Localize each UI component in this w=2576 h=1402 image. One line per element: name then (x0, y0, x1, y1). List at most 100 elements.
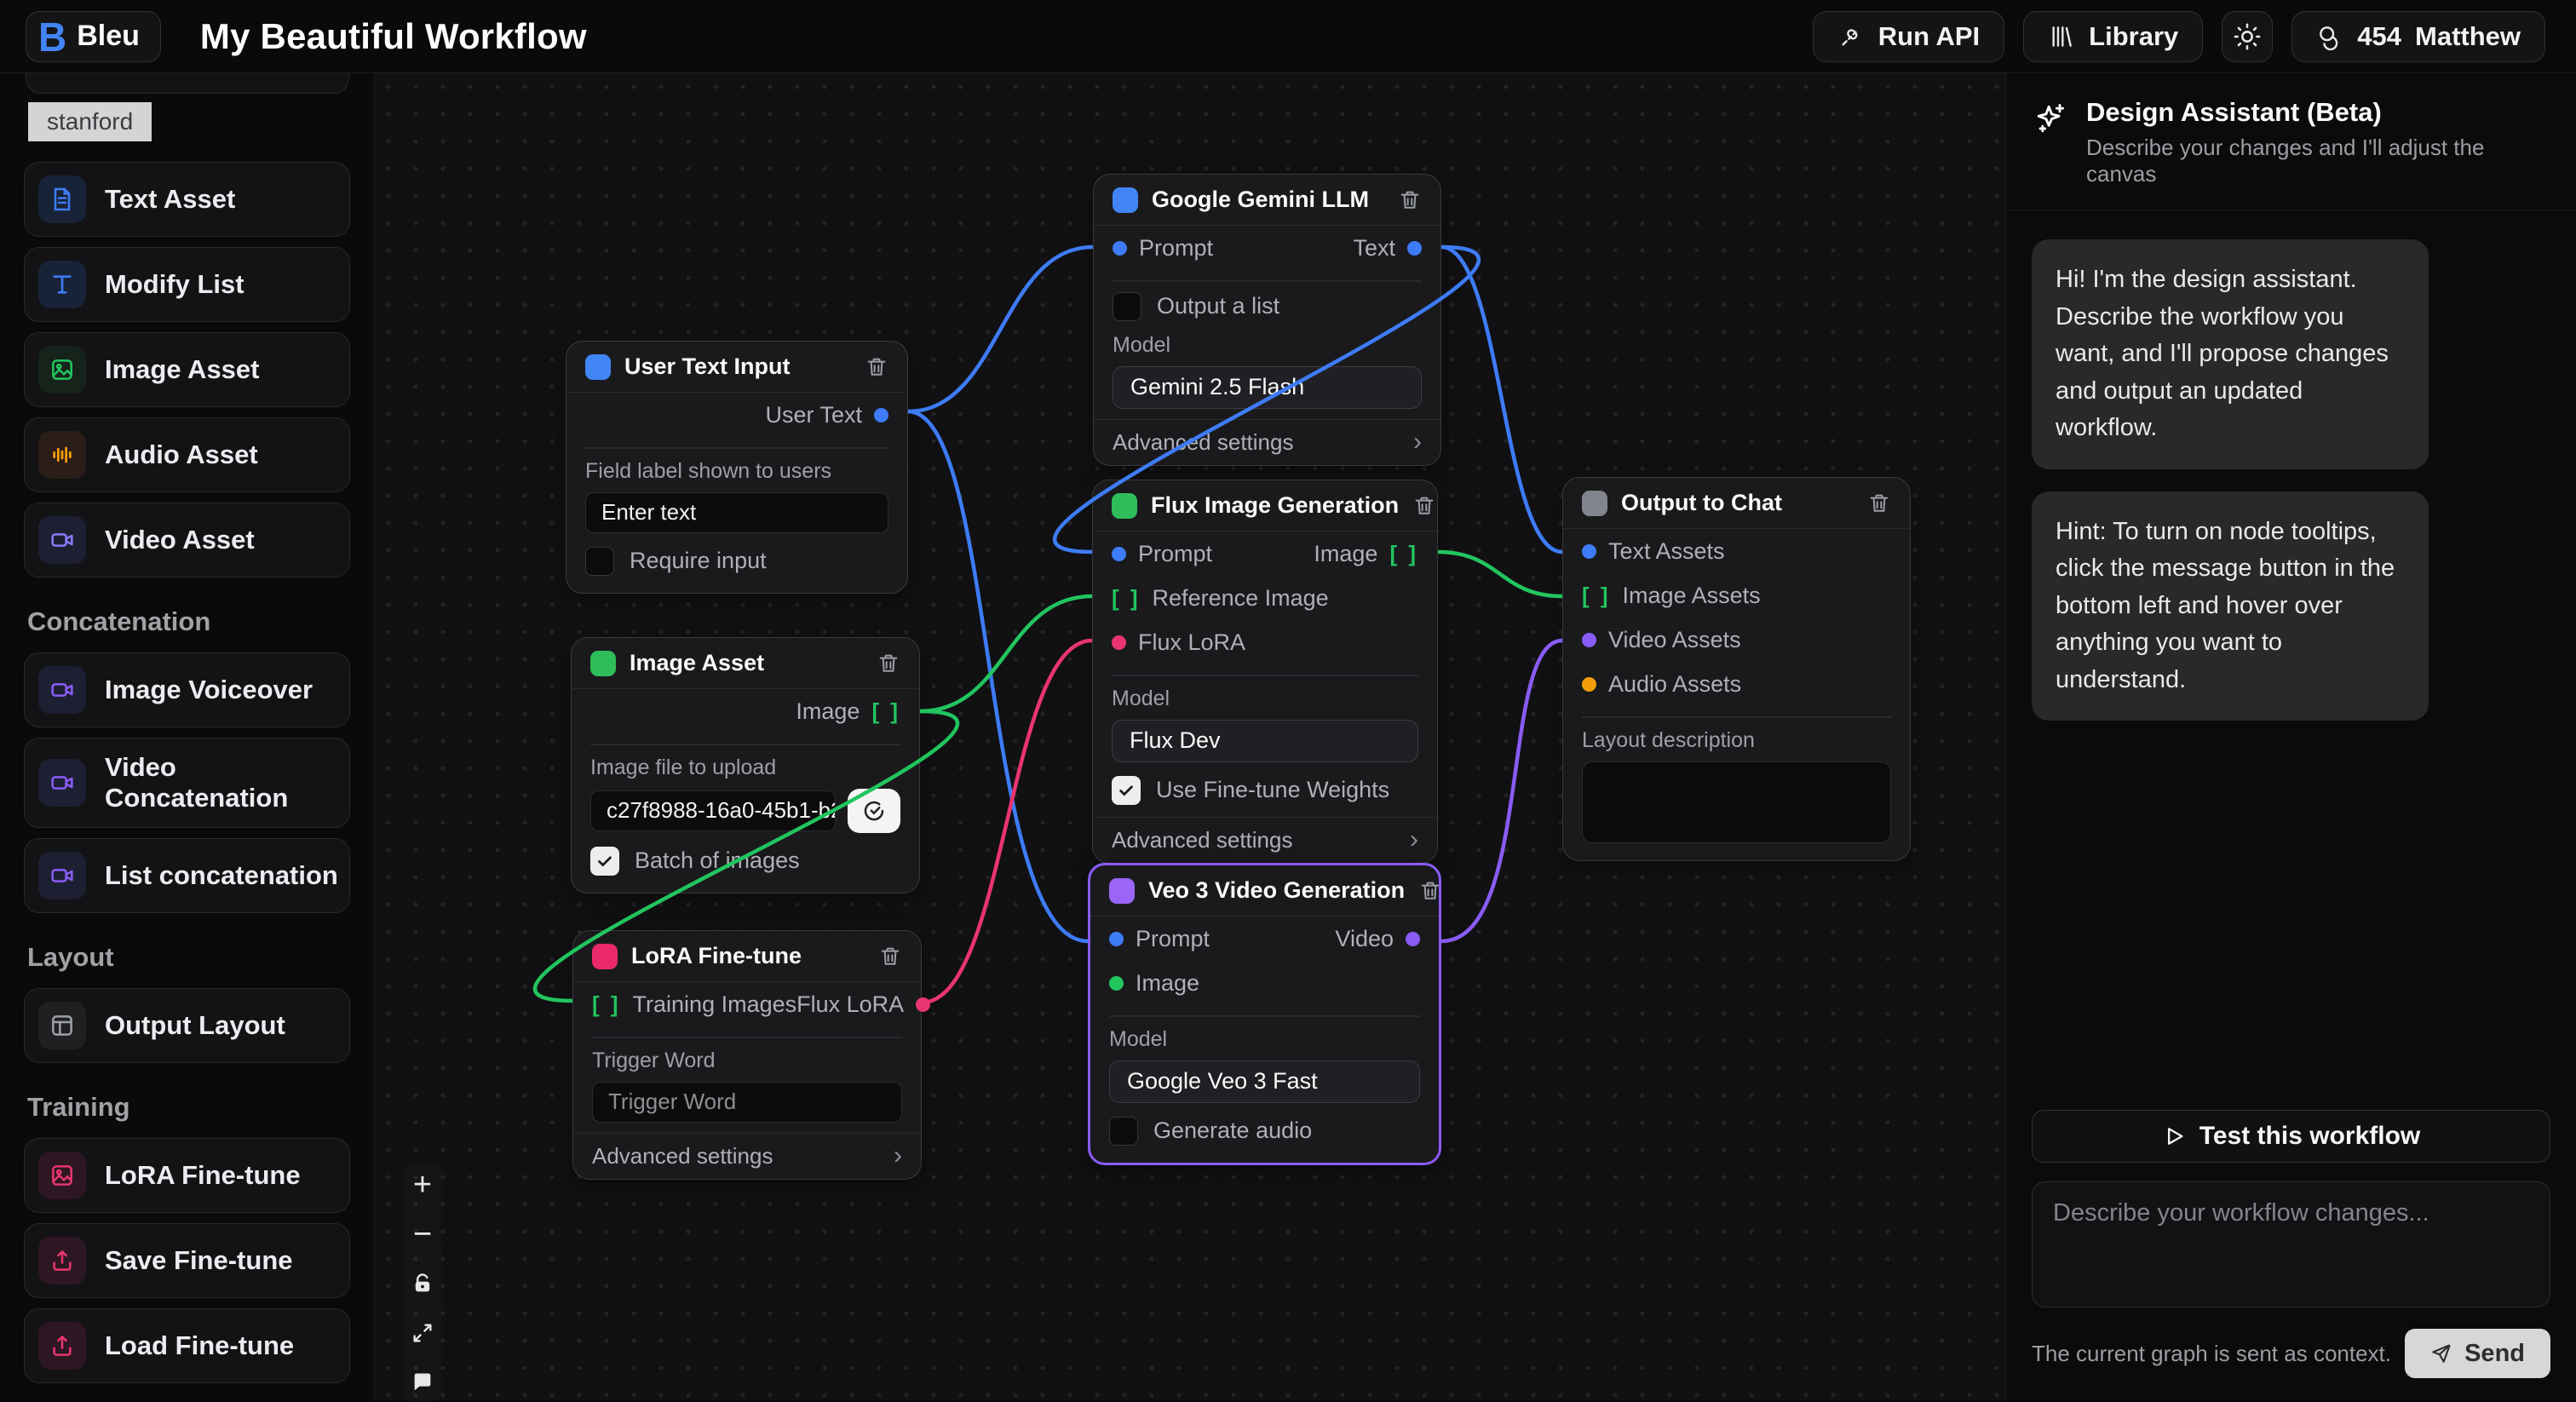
audio-waveform-icon (38, 431, 86, 479)
layout-icon (38, 1002, 86, 1049)
sidebar-item-image-asset[interactable]: Image Asset (24, 332, 350, 407)
sidebar-item-video-concatenation[interactable]: Video Concatenation (24, 738, 350, 828)
context-note: The current graph is sent as context. (2032, 1341, 2391, 1367)
model-select[interactable]: Google Veo 3 Fast (1109, 1060, 1420, 1103)
input-port-image[interactable] (1109, 976, 1124, 991)
fit-view-button[interactable] (408, 1319, 437, 1347)
api-plug-icon (1837, 23, 1865, 50)
node-palette-sidebar: stanford Assets Text Asset Modify List I… (0, 73, 375, 1400)
input-port-prompt[interactable] (1113, 241, 1127, 256)
send-plane-icon (2430, 1342, 2452, 1365)
top-bar: B Bleu My Beautiful Workflow Run API Lib… (0, 0, 2576, 73)
credits-user-button[interactable]: 454 Matthew (2291, 11, 2545, 62)
test-workflow-button[interactable]: Test this workflow (2032, 1110, 2550, 1163)
model-select[interactable]: Gemini 2.5 Flash (1113, 366, 1422, 409)
node-output-to-chat[interactable]: Output to Chat Text Assets [ ]Image Asse… (1562, 477, 1911, 861)
image-icon (38, 346, 86, 394)
input-port-audio-assets[interactable] (1582, 677, 1596, 692)
output-port-user-text[interactable] (874, 408, 888, 422)
sidebar-item-lora-fine-tune[interactable]: LoRA Fine-tune (24, 1138, 350, 1213)
sidebar-item-modify-list[interactable]: Modify List (24, 247, 350, 322)
node-type-icon (1109, 878, 1135, 904)
comments-toggle-button[interactable] (408, 1368, 437, 1397)
library-icon (2048, 23, 2075, 50)
zoom-in-button[interactable]: + (408, 1170, 437, 1199)
input-port-video-assets[interactable] (1582, 633, 1596, 647)
generate-audio-checkbox[interactable] (1109, 1117, 1138, 1146)
delete-node-icon[interactable] (878, 945, 902, 968)
sidebar-item-load-fine-tune[interactable]: Load Fine-tune (24, 1308, 350, 1383)
node-user-text-input[interactable]: User Text Input User Text Field label sh… (566, 341, 908, 594)
input-port-prompt[interactable] (1112, 547, 1126, 561)
input-port-reference-image[interactable]: [ ] (1112, 585, 1141, 612)
node-veo-3-video-generation[interactable]: Veo 3 Video Generation Prompt Video Imag… (1088, 863, 1441, 1165)
output-port-image-list[interactable]: [ ] (871, 698, 900, 725)
video-camera-icon (38, 666, 86, 714)
output-a-list-checkbox[interactable] (1113, 292, 1141, 321)
advanced-settings-toggle[interactable]: Advanced settings › (1093, 817, 1437, 863)
home-logo-button[interactable]: B Bleu (26, 11, 161, 62)
output-port-image-list[interactable]: [ ] (1389, 541, 1418, 567)
workflow-title[interactable]: My Beautiful Workflow (200, 16, 587, 57)
sparkles-icon (2032, 101, 2069, 187)
sidebar-item-audio-asset[interactable]: Audio Asset (24, 417, 350, 492)
sun-icon (2233, 22, 2262, 51)
use-fine-tune-weights-checkbox[interactable] (1112, 776, 1141, 805)
assistant-composer-input[interactable] (2032, 1181, 2550, 1307)
advanced-settings-toggle[interactable]: Advanced settings › (573, 1133, 921, 1179)
node-google-gemini-llm[interactable]: Google Gemini LLM Prompt Text Output a l… (1093, 174, 1441, 466)
confirm-file-button[interactable] (848, 789, 900, 833)
input-port-text-assets[interactable] (1582, 544, 1596, 559)
trigger-word-input[interactable]: Trigger Word (592, 1082, 902, 1123)
input-port-training-images[interactable]: [ ] (592, 991, 621, 1018)
batch-of-images-checkbox[interactable] (590, 847, 619, 876)
require-input-checkbox[interactable] (585, 547, 614, 576)
assistant-subtitle: Describe your changes and I'll adjust th… (2086, 135, 2550, 187)
section-heading-concatenation: Concatenation (27, 606, 347, 637)
workflow-canvas[interactable]: User Text Input User Text Field label sh… (375, 73, 2005, 1400)
lock-toggle-button[interactable] (408, 1269, 437, 1298)
delete-node-icon[interactable] (1867, 491, 1891, 515)
canvas-toolbar: + − (404, 1165, 441, 1402)
output-port-flux-lora[interactable] (916, 997, 930, 1012)
node-image-asset[interactable]: Image Asset Image[ ] Image file to uploa… (571, 637, 920, 893)
bleu-logo-icon: B (38, 15, 66, 56)
credits-count: 454 (2357, 21, 2401, 52)
node-flux-image-generation[interactable]: Flux Image Generation Prompt Image[ ] [ … (1092, 480, 1438, 864)
output-port-video[interactable] (1406, 932, 1420, 946)
sidebar-item-list-concatenation[interactable]: List concatenation (24, 838, 350, 913)
sidebar-item-save-fine-tune[interactable]: Save Fine-tune (24, 1223, 350, 1298)
run-api-button[interactable]: Run API (1813, 11, 2004, 62)
design-assistant-panel: Design Assistant (Beta) Describe your ch… (2005, 73, 2576, 1400)
theme-toggle-button[interactable] (2222, 11, 2273, 62)
delete-node-icon[interactable] (1418, 879, 1442, 903)
node-type-icon (1112, 493, 1137, 519)
input-port-image-assets[interactable]: [ ] (1582, 583, 1611, 609)
delete-node-icon[interactable] (865, 355, 888, 379)
zoom-out-button[interactable]: − (408, 1220, 437, 1249)
play-icon (2162, 1124, 2186, 1148)
sidebar-item-text-asset[interactable]: Text Asset (24, 162, 350, 237)
assistant-title: Design Assistant (Beta) (2086, 97, 2550, 128)
model-select[interactable]: Flux Dev (1112, 720, 1418, 762)
sidebar-item-video-asset[interactable]: Video Asset (24, 503, 350, 577)
video-camera-icon (38, 852, 86, 899)
delete-node-icon[interactable] (877, 652, 900, 675)
scrolled-item-partial[interactable] (26, 73, 349, 94)
image-file-input[interactable]: c27f8988-16a0-45b1-b269-35 (590, 790, 836, 831)
input-port-flux-lora[interactable] (1112, 635, 1126, 650)
input-port-prompt[interactable] (1109, 932, 1124, 946)
node-lora-fine-tune[interactable]: LoRA Fine-tune [ ]Training Images Flux L… (572, 930, 922, 1180)
upload-icon (38, 1322, 86, 1370)
layout-description-input[interactable] (1582, 761, 1891, 843)
library-button[interactable]: Library (2023, 11, 2203, 62)
send-button[interactable]: Send (2405, 1329, 2550, 1378)
advanced-settings-toggle[interactable]: Advanced settings › (1094, 419, 1440, 465)
output-port-text[interactable] (1407, 241, 1422, 256)
sidebar-item-image-voiceover[interactable]: Image Voiceover (24, 652, 350, 727)
delete-node-icon[interactable] (1398, 188, 1422, 212)
sidebar-item-output-layout[interactable]: Output Layout (24, 988, 350, 1063)
delete-node-icon[interactable] (1412, 494, 1436, 518)
video-camera-icon (38, 516, 86, 564)
field-label-input[interactable]: Enter text (585, 492, 888, 533)
